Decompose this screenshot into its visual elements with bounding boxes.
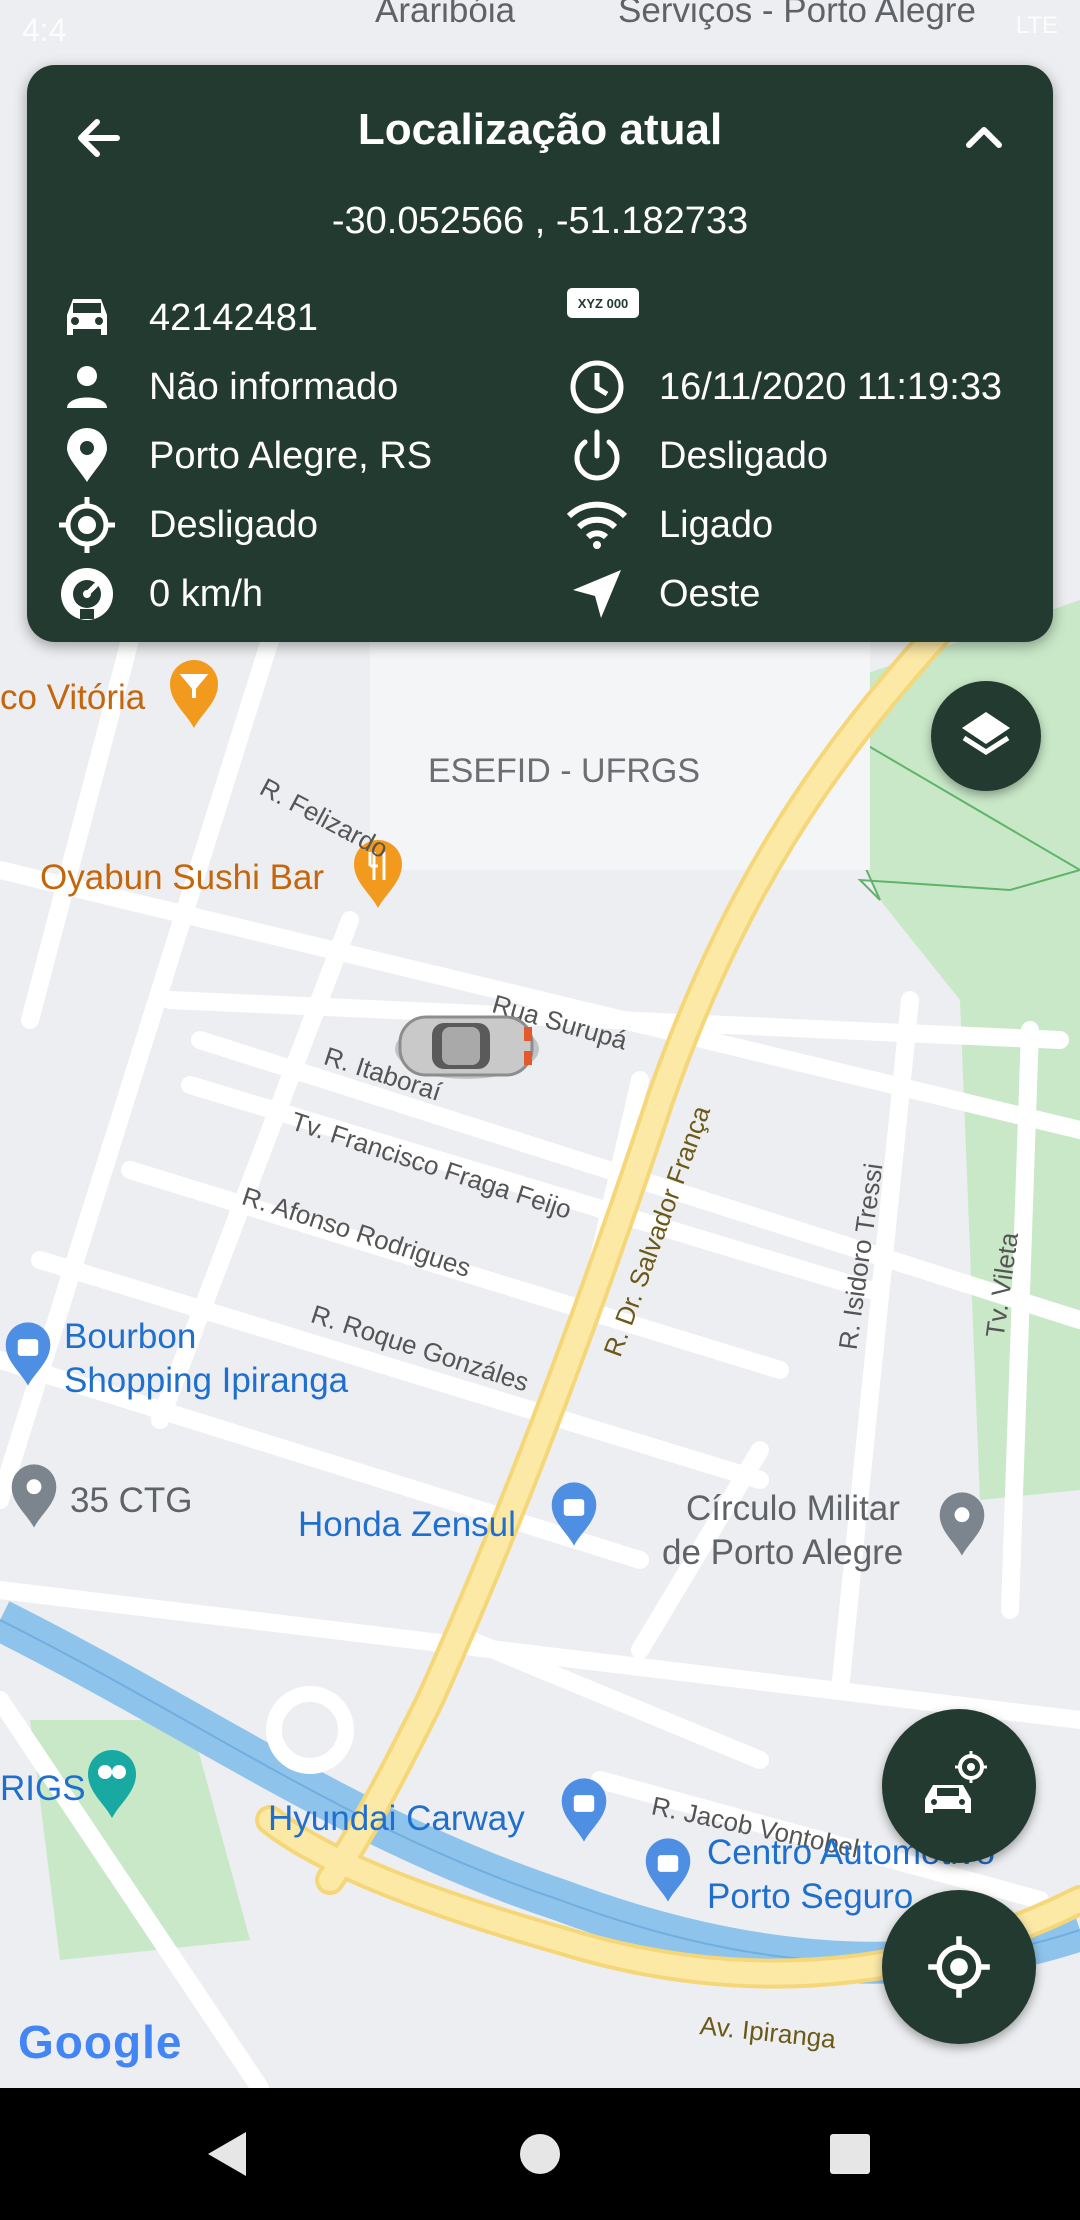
shopping-pin-icon[interactable] [548,1480,600,1553]
speedometer-icon [57,564,117,624]
shopping-pin-icon[interactable] [642,1836,694,1909]
poi-bourbon-line1[interactable]: Bourbon [64,1314,196,1359]
ignition-row: Desligado [567,426,828,486]
map-pin-icon [57,426,117,486]
person-icon [57,357,117,417]
square-recents-icon [830,2134,870,2174]
map-label-arariboia: Araribóia [375,0,516,30]
gps-icon [57,495,117,555]
wifi-status: Ligado [659,503,774,546]
poi-circulo-line1[interactable]: Círculo Militar [686,1486,900,1531]
navigation-arrow-icon [567,564,627,624]
system-navigation-bar [0,2088,1080,2220]
map-label-servicos: Serviços - Porto Alegre [618,0,976,30]
chevron-up-icon [966,127,1002,148]
center-vehicle-button[interactable] [882,1709,1036,1863]
city: Porto Alegre, RS [149,434,433,477]
shopping-pin-icon[interactable] [558,1776,610,1849]
google-logo-text: Google [18,2016,183,2068]
poi-hyundai-carway[interactable]: Hyundai Carway [268,1796,525,1841]
area-name: ESEFID - UFRGS [428,752,701,790]
poi-centro-line2[interactable]: Porto Seguro [707,1874,913,1919]
vehicle-id: 42142481 [149,296,319,339]
card-title: Localização atual [357,105,723,154]
circle-home-icon [520,2134,560,2174]
location-info-card: Localização atual -30.052566 , -51.18273… [27,65,1053,642]
car-icon [57,288,117,348]
collapse-button[interactable] [951,105,1017,171]
direction: Oeste [659,572,761,615]
wifi-row: Ligado [567,495,773,555]
ignition-status: Desligado [659,434,828,477]
coordinates-text: -30.052566 , -51.182733 [331,200,749,242]
poi-circulo-line2[interactable]: de Porto Alegre [662,1530,903,1575]
poi-oyabun[interactable]: Oyabun Sushi Bar [40,858,324,898]
nav-back-button[interactable] [190,2118,262,2190]
status-network: LTE [1015,12,1058,39]
theater-pin-icon[interactable] [84,1748,140,1825]
poi-vitoria[interactable]: co Vitória [0,678,145,718]
direction-row: Oeste [567,564,760,624]
nav-home-button[interactable] [504,2118,576,2190]
wifi-icon [567,495,627,555]
poi-bourbon-line2[interactable]: Shopping Ipiranga [64,1358,348,1403]
nav-recents-button[interactable] [814,2118,886,2190]
gps-row: Desligado [57,495,318,555]
vehicle-id-row: 42142481 [57,288,318,348]
poi-35-ctg[interactable]: 35 CTG [70,1478,193,1523]
my-location-button[interactable] [882,1890,1036,2044]
clock-icon [567,357,627,417]
location-row: Porto Alegre, RS [57,426,432,486]
bar-pin-icon[interactable] [166,658,222,735]
shopping-pin-icon[interactable] [2,1320,54,1393]
status-time: 4:4 [22,12,67,48]
speed: 0 km/h [149,572,264,615]
driver-row: Não informado [57,357,398,417]
vehicle-marker-icon[interactable] [392,1005,542,1090]
car-locate-icon [925,1751,987,1813]
gps-crosshair-icon [928,1936,990,1998]
layers-icon [962,712,1010,755]
driver-name: Não informado [149,365,399,408]
datetime-row: 16/11/2020 11:19:33 [567,357,1002,417]
poi-rigs[interactable]: RIGS [0,1766,86,1811]
location-pin-icon[interactable] [936,1490,988,1563]
datetime: 16/11/2020 11:19:33 [659,365,1003,408]
location-pin-icon[interactable] [8,1462,60,1535]
power-icon [567,426,627,486]
triangle-back-icon [208,2132,246,2176]
google-logo: Google [18,2015,182,2069]
plate-row: XYZ 000 [567,288,639,318]
gps-status: Desligado [149,503,318,546]
license-plate-icon: XYZ 000 [567,288,639,318]
plate-badge-text: XYZ 000 [577,295,629,311]
poi-honda-zensul[interactable]: Honda Zensul [298,1502,516,1547]
map-layers-button[interactable] [931,681,1041,791]
speed-row: 0 km/h [57,564,263,624]
